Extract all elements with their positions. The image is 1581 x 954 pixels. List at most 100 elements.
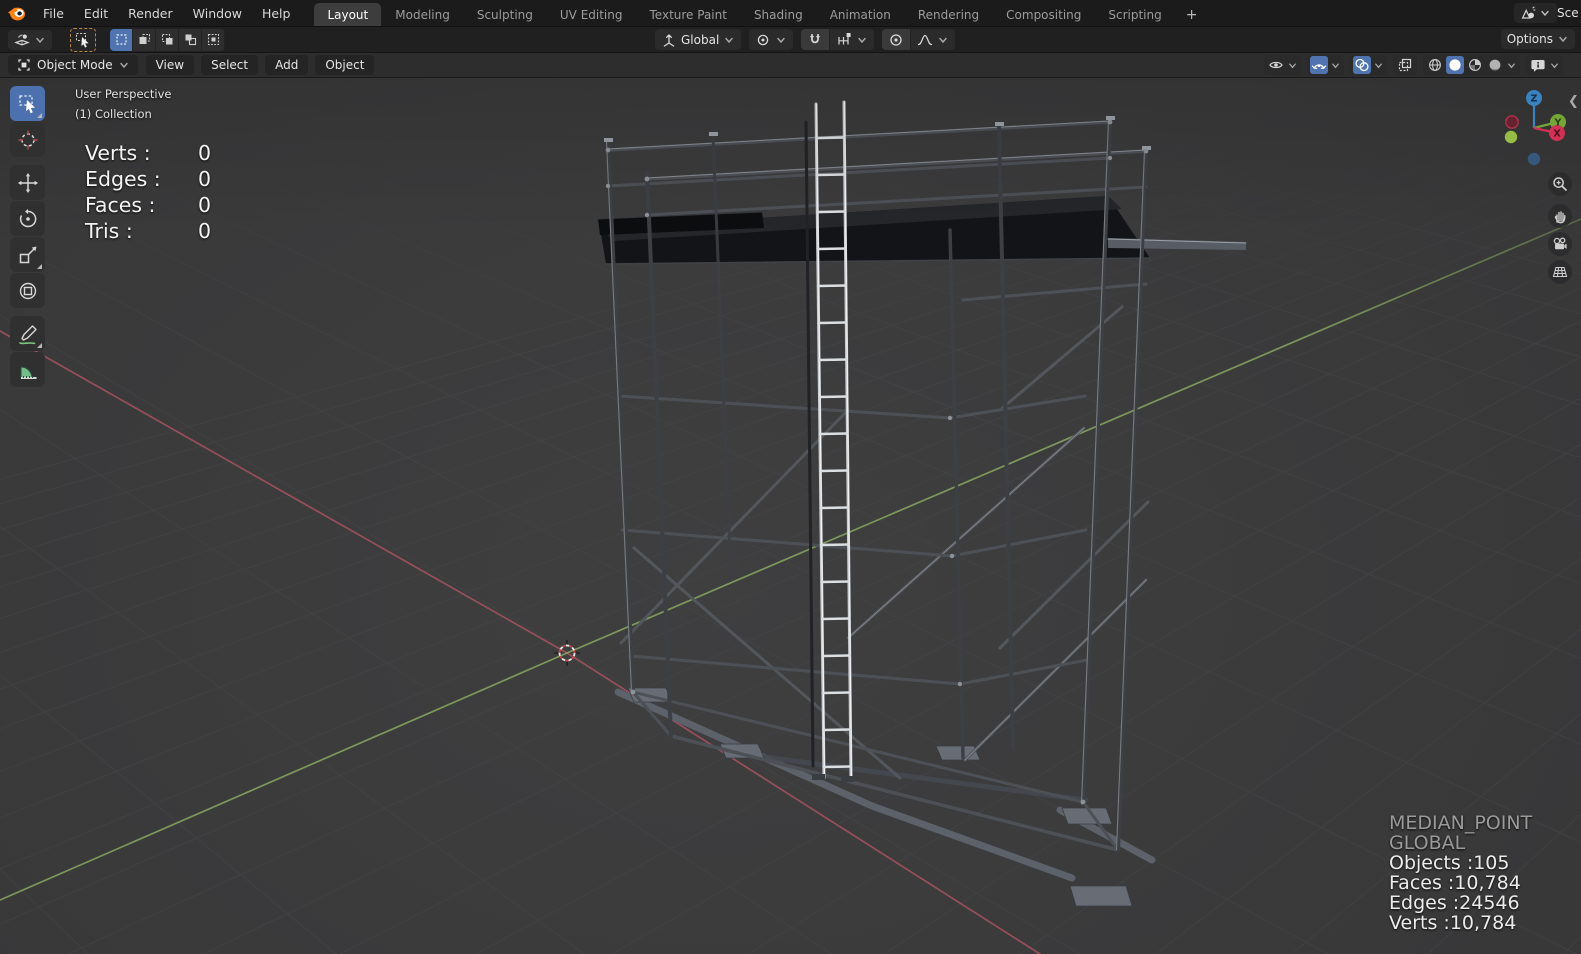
- stat-label: Verts :: [85, 141, 151, 165]
- active-tool-indicator[interactable]: [70, 27, 96, 52]
- tab-modeling[interactable]: Modeling: [382, 3, 463, 26]
- tab-shading[interactable]: Shading: [741, 3, 816, 26]
- toggle-perspective-button[interactable]: [1548, 260, 1572, 284]
- proportional-falloff-dropdown[interactable]: [910, 29, 955, 50]
- pan-button[interactable]: [1548, 204, 1572, 228]
- stat-verts: Verts : 0: [85, 140, 211, 166]
- info-dropdown[interactable]: [1526, 55, 1563, 75]
- chevron-down-icon: [939, 37, 947, 43]
- proportional-circle-icon: [890, 33, 902, 46]
- tab-layout[interactable]: Layout: [314, 3, 382, 26]
- tab-scripting[interactable]: Scripting: [1095, 3, 1174, 26]
- measure-icon: [20, 365, 36, 379]
- zoom-button[interactable]: [1548, 172, 1572, 196]
- select-box-icon: [18, 94, 35, 113]
- pivot-mode-label: MEDIAN_POINT: [1389, 812, 1533, 834]
- stat-edges: Edges : 0: [85, 166, 211, 192]
- menu-select[interactable]: Select: [201, 55, 259, 75]
- tab-compositing[interactable]: Compositing: [993, 3, 1094, 26]
- transform-controls: Global: [655, 29, 956, 50]
- menu-render[interactable]: Render: [118, 0, 183, 26]
- active-collection-label: (1) Collection: [75, 107, 152, 121]
- select-mode-intersect[interactable]: [202, 28, 225, 51]
- gizmo-icon: [1311, 63, 1327, 70]
- show-gizmos-toggle[interactable]: [1310, 56, 1328, 74]
- tab-sculpting[interactable]: Sculpting: [464, 3, 546, 26]
- scene-icon: [1521, 6, 1536, 19]
- tool-cursor-button[interactable]: [10, 122, 45, 157]
- tool-select-box-button[interactable]: [10, 86, 45, 121]
- object-type-visibility-dropdown[interactable]: [1264, 55, 1301, 75]
- shading-solid-button[interactable]: [1446, 56, 1464, 74]
- tab-animation[interactable]: Animation: [817, 3, 904, 26]
- select-mode-invert[interactable]: [179, 28, 202, 51]
- stat-label: Faces :: [85, 193, 156, 217]
- scene-selector[interactable]: [1514, 3, 1557, 23]
- tool-annotate-button[interactable]: [10, 316, 45, 351]
- gizmo-axis-neg-y[interactable]: [1504, 130, 1518, 144]
- select-intersect-icon: [207, 33, 219, 46]
- transform-orientation-dropdown[interactable]: Global: [655, 29, 742, 50]
- select-mode-set[interactable]: [110, 28, 133, 51]
- snap-toggle[interactable]: [801, 29, 830, 50]
- shading-wireframe-button[interactable]: [1426, 56, 1444, 74]
- camera-view-button[interactable]: [1548, 232, 1572, 256]
- blender-app-menu-button[interactable]: [0, 0, 33, 26]
- tool-measure-button[interactable]: [10, 352, 45, 387]
- tab-uv-editing[interactable]: UV Editing: [547, 3, 636, 26]
- tab-texture-paint[interactable]: Texture Paint: [637, 3, 740, 26]
- mode-dropdown[interactable]: Object Mode: [8, 55, 138, 75]
- stat-label: Edges :: [85, 167, 161, 191]
- gizmo-axis-neg-z[interactable]: [1527, 152, 1541, 166]
- menu-help[interactable]: Help: [252, 0, 301, 26]
- show-overlays-toggle[interactable]: [1353, 56, 1371, 74]
- stat-value: 0: [197, 219, 211, 243]
- tool-scale-button[interactable]: [10, 237, 45, 272]
- viewport-3d-icon: [15, 33, 29, 45]
- options-dropdown[interactable]: Options: [1500, 29, 1575, 49]
- edges-count: Edges :24546: [1389, 892, 1520, 914]
- magnet-icon: [810, 33, 821, 43]
- scene-statistics-overlay: MEDIAN_POINT GLOBAL Objects :105 Faces :…: [1389, 813, 1532, 933]
- scene-name-clipped[interactable]: Sce: [1557, 6, 1581, 20]
- menu-edit[interactable]: Edit: [74, 0, 118, 26]
- tool-rotate-button[interactable]: [10, 201, 45, 236]
- menu-window[interactable]: Window: [183, 0, 252, 26]
- xray-icon: [1398, 58, 1412, 72]
- move-icon: [17, 172, 38, 193]
- menu-file[interactable]: File: [33, 0, 74, 26]
- tab-rendering[interactable]: Rendering: [905, 3, 992, 26]
- menu-view[interactable]: View: [145, 55, 195, 75]
- tool-move-button[interactable]: [10, 165, 45, 200]
- orientation-value: Global: [681, 32, 720, 47]
- select-mode-extend[interactable]: [133, 28, 156, 51]
- xray-toggle[interactable]: [1393, 55, 1417, 75]
- snap-target-dropdown[interactable]: [829, 29, 874, 50]
- select-mode-subtract[interactable]: [156, 28, 179, 51]
- editor-type-selector[interactable]: [8, 29, 52, 50]
- add-workspace-button[interactable]: +: [1176, 3, 1208, 26]
- ortho-grid-icon: [1552, 266, 1568, 278]
- shading-material-button[interactable]: [1466, 56, 1484, 74]
- pivot-point-dropdown[interactable]: [749, 29, 794, 50]
- tool-transform-button[interactable]: [10, 273, 45, 308]
- shading-rendered-button[interactable]: [1486, 56, 1504, 74]
- annotate-pen-icon: [18, 324, 37, 344]
- menu-object[interactable]: Object: [315, 55, 375, 75]
- menu-add[interactable]: Add: [265, 55, 309, 75]
- toolbar: [10, 86, 45, 388]
- rendered-sphere-icon: [1489, 59, 1501, 71]
- options-label: Options: [1506, 32, 1553, 46]
- 3d-viewport[interactable]: Z Y X User Perspective (1) Collection Ve…: [0, 78, 1581, 954]
- viewport-header: Object Mode View Select Add Object: [0, 53, 1581, 78]
- snapping-group: [801, 29, 875, 50]
- sidebar-toggle-arrow[interactable]: ❮: [1568, 94, 1579, 109]
- scaffold-platform: [597, 196, 1247, 265]
- 3d-cursor-icon: [18, 130, 37, 149]
- navigation-gizmo[interactable]: Z Y X: [1504, 90, 1566, 166]
- gizmo-axis-neg-x[interactable]: [1505, 115, 1519, 129]
- material-sphere-icon: [1469, 59, 1481, 71]
- orientation-axes-icon: [663, 33, 675, 47]
- select-invert-icon: [185, 34, 196, 46]
- proportional-editing-toggle[interactable]: [882, 29, 911, 50]
